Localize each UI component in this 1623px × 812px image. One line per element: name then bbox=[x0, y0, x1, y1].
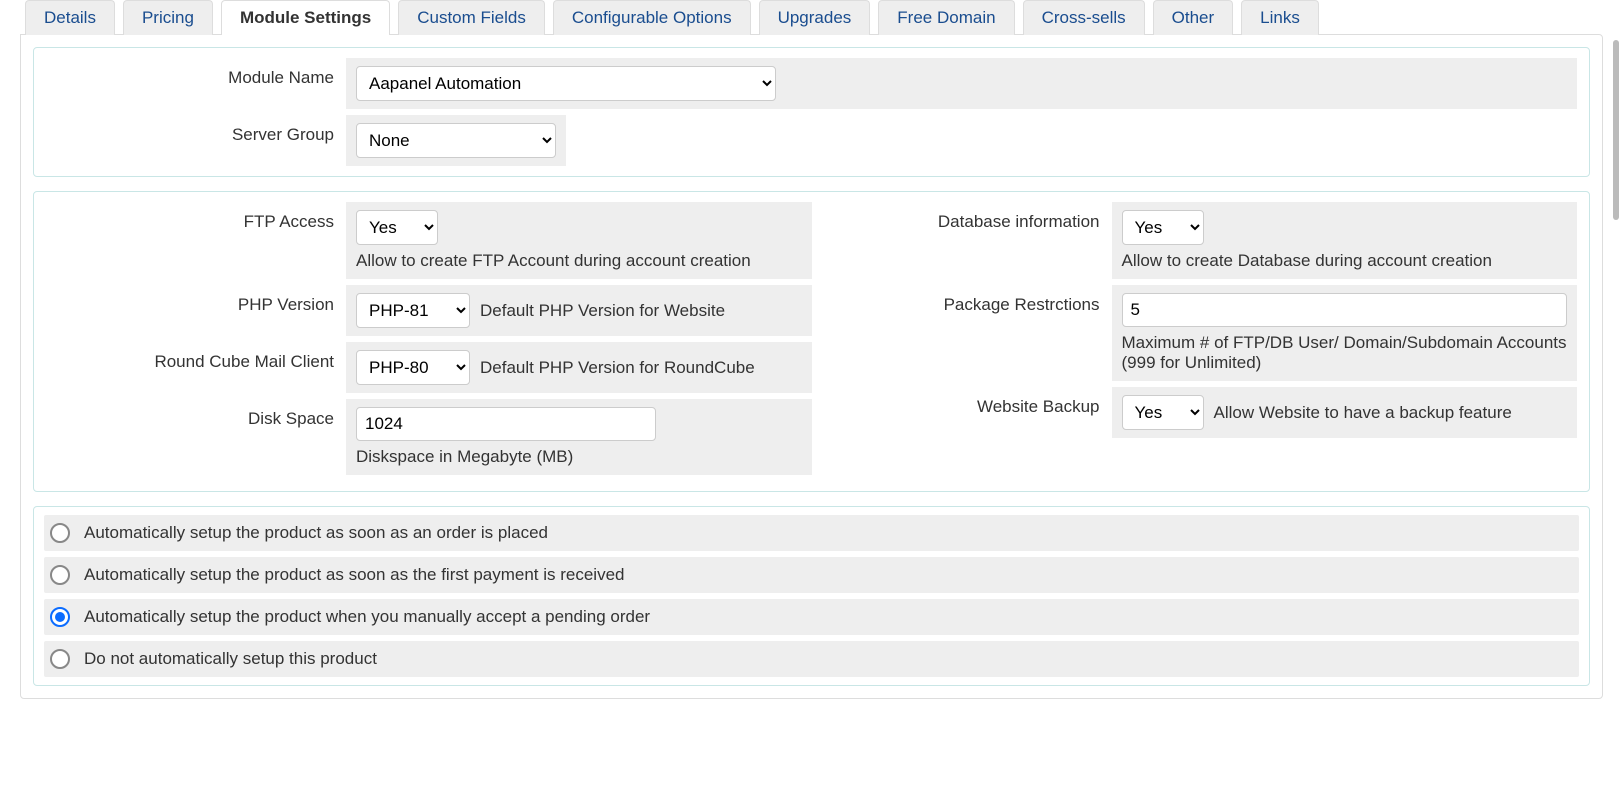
setup-option-row[interactable]: Automatically setup the product as soon … bbox=[44, 557, 1579, 593]
package-restrictions-hint: Maximum # of FTP/DB User/ Domain/Subdoma… bbox=[1122, 333, 1568, 373]
tab-configurable-options[interactable]: Configurable Options bbox=[553, 0, 751, 35]
tab-details[interactable]: Details bbox=[25, 0, 115, 35]
scrollbar-thumb[interactable] bbox=[1613, 40, 1619, 220]
setup-option-label: Automatically setup the product as soon … bbox=[84, 565, 625, 585]
ftp-access-label: FTP Access bbox=[46, 202, 346, 242]
module-name-label: Module Name bbox=[46, 58, 346, 98]
tab-pricing[interactable]: Pricing bbox=[123, 0, 213, 35]
setup-option-row[interactable]: Automatically setup the product when you… bbox=[44, 599, 1579, 635]
setup-option-radio[interactable] bbox=[50, 649, 70, 669]
setup-option-row[interactable]: Do not automatically setup this product bbox=[44, 641, 1579, 677]
tab-other[interactable]: Other bbox=[1153, 0, 1234, 35]
tab-module-settings[interactable]: Module Settings bbox=[221, 0, 390, 35]
disk-space-input[interactable] bbox=[356, 407, 656, 441]
ftp-access-select[interactable]: Yes bbox=[356, 210, 438, 245]
tab-cross-sells[interactable]: Cross-sells bbox=[1023, 0, 1145, 35]
roundcube-hint: Default PHP Version for RoundCube bbox=[480, 358, 755, 378]
database-info-label: Database information bbox=[812, 202, 1112, 242]
setup-radio-fieldset: Automatically setup the product as soon … bbox=[33, 506, 1590, 686]
tab-upgrades[interactable]: Upgrades bbox=[759, 0, 871, 35]
package-restrictions-label: Package Restrctions bbox=[812, 285, 1112, 325]
website-backup-label: Website Backup bbox=[812, 387, 1112, 427]
disk-space-hint: Diskspace in Megabyte (MB) bbox=[356, 447, 802, 467]
module-basic-fieldset: Module Name Aapanel Automation Server Gr… bbox=[33, 47, 1590, 177]
package-restrictions-input[interactable] bbox=[1122, 293, 1568, 327]
setup-option-label: Automatically setup the product when you… bbox=[84, 607, 650, 627]
website-backup-hint: Allow Website to have a backup feature bbox=[1214, 403, 1512, 423]
ftp-access-hint: Allow to create FTP Account during accou… bbox=[356, 251, 751, 271]
setup-option-row[interactable]: Automatically setup the product as soon … bbox=[44, 515, 1579, 551]
server-group-select[interactable]: None bbox=[356, 123, 556, 158]
setup-option-radio[interactable] bbox=[50, 607, 70, 627]
website-backup-select[interactable]: Yes bbox=[1122, 395, 1204, 430]
database-info-select[interactable]: Yes bbox=[1122, 210, 1204, 245]
disk-space-label: Disk Space bbox=[46, 399, 346, 439]
module-options-fieldset: FTP Access Yes Allow to create FTP Accou… bbox=[33, 191, 1590, 492]
roundcube-label: Round Cube Mail Client bbox=[46, 342, 346, 382]
roundcube-select[interactable]: PHP-80 bbox=[356, 350, 470, 385]
tab-custom-fields[interactable]: Custom Fields bbox=[398, 0, 545, 35]
module-name-select[interactable]: Aapanel Automation bbox=[356, 66, 776, 101]
database-info-hint: Allow to create Database during account … bbox=[1122, 251, 1492, 271]
setup-option-radio[interactable] bbox=[50, 565, 70, 585]
tab-links[interactable]: Links bbox=[1241, 0, 1319, 35]
server-group-label: Server Group bbox=[46, 115, 346, 155]
setup-option-label: Automatically setup the product as soon … bbox=[84, 523, 548, 543]
setup-option-label: Do not automatically setup this product bbox=[84, 649, 377, 669]
setup-option-radio[interactable] bbox=[50, 523, 70, 543]
php-version-select[interactable]: PHP-81 bbox=[356, 293, 470, 328]
tab-free-domain[interactable]: Free Domain bbox=[878, 0, 1014, 35]
php-version-hint: Default PHP Version for Website bbox=[480, 301, 725, 321]
php-version-label: PHP Version bbox=[46, 285, 346, 325]
